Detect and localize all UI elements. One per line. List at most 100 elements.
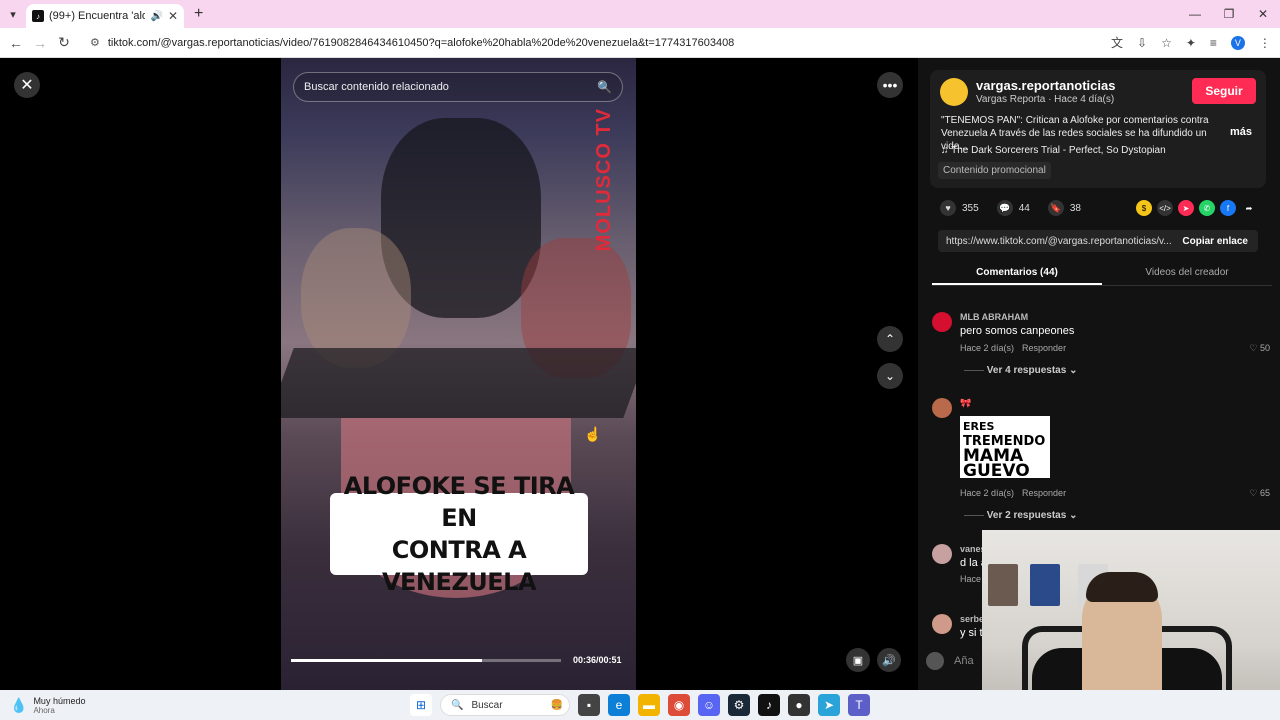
reply-button[interactable]: Responder (1022, 488, 1066, 498)
steam-icon[interactable]: ⚙ (728, 694, 750, 716)
caption-line-1: ALOFOKE SE TIRA EN (343, 472, 575, 532)
minimize-button[interactable]: — (1178, 7, 1212, 21)
url-text: tiktok.com/@vargas.reportanoticias/video… (107, 36, 735, 49)
install-app-icon[interactable]: ⇩ (1137, 36, 1147, 50)
save-button[interactable]: 🔖 38 (1047, 200, 1081, 216)
share-link[interactable]: https://www.tiktok.com/@vargas.reportano… (938, 236, 1174, 247)
site-info-icon[interactable]: ⚙ (90, 36, 100, 49)
related-search-input[interactable]: Buscar contenido relacionado 🔍 (293, 72, 623, 102)
tab-creator-videos[interactable]: Videos del creador (1102, 262, 1272, 285)
extensions-icon[interactable]: ✦ (1186, 36, 1196, 50)
teams-icon[interactable]: T (848, 694, 870, 716)
windows-taskbar: 💧 Muy húmedo Ahora ⊞ 🔍 Buscar 🍔 ▪ e ▬ ◉ … (0, 690, 1280, 720)
comment-count: 44 (1018, 202, 1030, 214)
commenter-avatar[interactable] (932, 614, 952, 634)
restore-button[interactable]: ❐ (1212, 7, 1246, 21)
more-options-button[interactable]: ••• (877, 72, 903, 98)
back-button[interactable]: ← (4, 35, 28, 51)
more-description-link[interactable]: más (1230, 126, 1252, 138)
task-view-icon[interactable]: ▪ (578, 694, 600, 716)
copy-link-button[interactable]: Copiar enlace (1182, 236, 1258, 247)
bookmark-star-icon[interactable]: ☆ (1161, 36, 1172, 50)
comment-item: MLB ABRAHAM pero somos canpeones Hace 2 … (932, 312, 1272, 382)
browser-tab[interactable]: ♪ (99+) Encuentra 'alofoke ha... 🔊 ✕ (26, 4, 184, 28)
video-progress-bar[interactable] (291, 659, 561, 662)
comment-like-button[interactable]: ♡ 65 (1249, 488, 1270, 499)
video-player[interactable]: Buscar contenido relacionado 🔍 MOLUSCO T… (281, 58, 636, 690)
coin-icon[interactable]: $ (1136, 200, 1152, 216)
previous-video-button[interactable]: ⌃ (877, 326, 903, 352)
facebook-icon[interactable]: f (1220, 200, 1236, 216)
volume-button[interactable]: 🔊 (877, 648, 901, 672)
commenter-avatar[interactable] (932, 398, 952, 418)
divider-line: —— (964, 365, 987, 376)
comment-like-button[interactable]: ♡ 50 (1249, 343, 1270, 354)
music-title: The Dark Sorcerers Trial - Perfect, So D… (951, 145, 1166, 156)
share-arrow-icon[interactable]: ➦ (1241, 200, 1257, 216)
commenter-name[interactable]: MLB ABRAHAM (960, 312, 1028, 322)
close-tab-icon[interactable]: ✕ (168, 9, 178, 23)
wall-poster (1030, 564, 1060, 606)
comment-button[interactable]: 💬 44 (996, 200, 1030, 216)
telegram-icon[interactable]: ➤ (818, 694, 840, 716)
like-button[interactable]: ♥ 355 (940, 200, 979, 216)
translate-icon[interactable]: 文 (1111, 34, 1123, 51)
comment-meta: Hace (960, 574, 981, 584)
music-track[interactable]: ♫ The Dark Sorcerers Trial - Perfect, So… (941, 145, 1166, 156)
close-window-button[interactable]: ✕ (1246, 7, 1280, 21)
divider-line: —— (964, 510, 987, 521)
search-icon[interactable]: 🔍 (597, 80, 612, 94)
view-replies-button[interactable]: —— Ver 4 respuestas ⌄ (964, 365, 1077, 376)
comment-like-count: 65 (1259, 488, 1270, 498)
whatsapp-icon[interactable]: ✆ (1199, 200, 1215, 216)
caption-line-2: CONTRA A VENEZUELA (381, 536, 537, 596)
browser-menu-icon[interactable]: ⋮ (1259, 36, 1271, 50)
embed-icon[interactable]: </> (1157, 200, 1173, 216)
comment-icon: 💬 (996, 200, 1013, 216)
taskbar-search[interactable]: 🔍 Buscar 🍔 (440, 694, 570, 716)
video-watermark: MOLUSCO TV (593, 108, 615, 252)
media-controls-icon[interactable]: ≡ (1210, 36, 1217, 50)
send-icon[interactable]: ➤ (1178, 200, 1194, 216)
windows-start-icon[interactable]: ⊞ (410, 694, 432, 716)
new-tab-button[interactable]: + (194, 5, 203, 23)
video-time: 00:36/00:51 (573, 655, 622, 665)
tab-search-icon[interactable]: ▾ (0, 0, 26, 28)
speaker-icon[interactable]: 🔊 (150, 11, 162, 22)
view-replies-button[interactable]: —— Ver 2 respuestas ⌄ (964, 510, 1077, 521)
next-video-button[interactable]: ⌄ (877, 363, 903, 389)
chrome-browser-icon[interactable]: ◉ (668, 694, 690, 716)
add-comment-input[interactable]: Aña (954, 655, 974, 667)
edge-browser-icon[interactable]: e (608, 694, 630, 716)
address-bar: ← → ↻ ⚙ tiktok.com/@vargas.reportanotici… (0, 28, 1280, 58)
comment-meta: Hace 2 día(s) Responder (960, 343, 1066, 353)
reload-button[interactable]: ↻ (52, 34, 76, 51)
browser-tab-bar: ▾ ♪ (99+) Encuentra 'alofoke ha... 🔊 ✕ +… (0, 0, 1280, 28)
commenter-name[interactable]: 🎀 (960, 398, 971, 409)
comment-time: Hace 2 día(s) (960, 488, 1015, 498)
forward-button[interactable]: → (28, 35, 52, 51)
obs-icon[interactable]: ● (788, 694, 810, 716)
video-stage: ✕ Buscar contenido relacionado 🔍 MOLUSCO… (0, 58, 918, 690)
reply-button[interactable]: Responder (1022, 343, 1066, 353)
discord-icon[interactable]: ☺ (698, 694, 720, 716)
tab-comments[interactable]: Comentarios (44) (932, 262, 1102, 285)
tiktok-icon[interactable]: ♪ (758, 694, 780, 716)
author-username[interactable]: vargas.reportanoticias (976, 78, 1115, 93)
view-replies-label: Ver 4 respuestas (986, 365, 1067, 376)
author-avatar[interactable] (940, 78, 968, 106)
weather-widget[interactable]: 💧 Muy húmedo Ahora (0, 696, 85, 715)
commenter-name[interactable]: serbe (960, 614, 984, 624)
close-video-button[interactable]: ✕ (14, 72, 40, 98)
commenter-avatar[interactable] (932, 312, 952, 332)
url-field[interactable]: ⚙ tiktok.com/@vargas.reportanoticias/vid… (84, 31, 1089, 54)
add-comment-row: Aña (926, 648, 986, 674)
commenter-avatar[interactable] (932, 544, 952, 564)
follow-button[interactable]: Seguir (1192, 78, 1256, 104)
floating-player-button[interactable]: ▣ (846, 648, 870, 672)
heart-outline-icon: ♡ (1249, 343, 1260, 353)
file-explorer-icon[interactable]: ▬ (638, 694, 660, 716)
user-avatar (926, 652, 944, 670)
sticker-line-4: GUEVO (963, 461, 1030, 481)
profile-avatar[interactable]: V (1230, 35, 1245, 50)
